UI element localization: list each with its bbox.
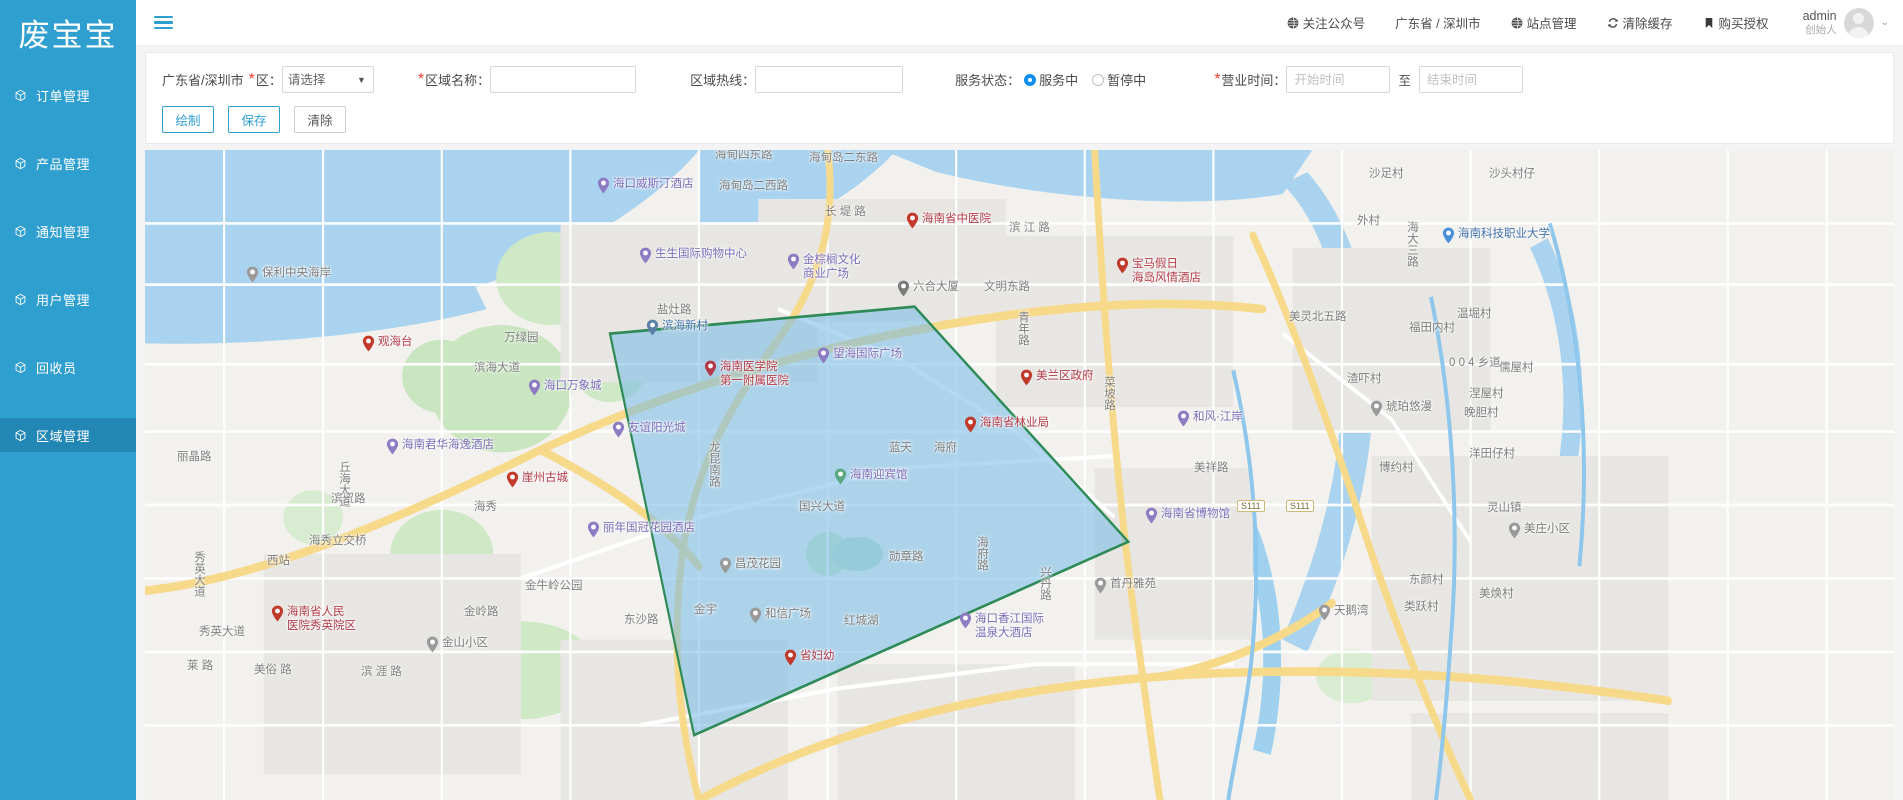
sidebar-item-label: 回收员	[36, 360, 77, 376]
topbar-right: 关注公众号 广东省 / 深圳市 站点管理 清除缓存 购买授权 admin 创始人…	[1257, 7, 1903, 38]
user-name: admin	[1802, 9, 1837, 24]
sidebar-item-2[interactable]: 通知管理	[0, 214, 136, 248]
user-meta: admin 创始人	[1803, 9, 1837, 35]
service-status-radio-1[interactable]: 暂停中	[1092, 70, 1146, 89]
map-canvas[interactable]: 海口威斯汀酒店 生生国际购物中心 保利中央海岸 观海台 海口万象城 海南君华海逸酒店 崖州古…	[145, 150, 1894, 800]
region-prefix-label: 广东省/深圳市	[162, 73, 244, 88]
service-status-radio-label: 暂停中	[1107, 73, 1147, 88]
hotline-label: 区域热线：	[690, 73, 756, 88]
form-row-primary: 广东省/深圳市 * 区： 请选择 ▼ * 区域名称： 区域热线： 服务状态： 服…	[162, 66, 1877, 93]
refresh-icon	[1607, 17, 1619, 29]
app-root: 废宝宝 订单管理产品管理通知管理用户管理回收员区域管理 关注公众号 广东省 / …	[0, 0, 1903, 800]
sidebar-item-label: 订单管理	[36, 88, 91, 104]
field-business-hours: * 营业时间： 至	[1214, 66, 1523, 93]
district-select[interactable]: 请选择	[281, 66, 374, 93]
globe-icon	[1287, 17, 1299, 29]
start-time-input[interactable]	[1286, 66, 1391, 93]
sidebar-item-4[interactable]: 回收员	[0, 350, 136, 384]
map-highway-badge-0: S111	[1237, 500, 1265, 512]
field-district: 广东省/深圳市 * 区： 请选择 ▼	[162, 66, 374, 93]
main-area: 关注公众号 广东省 / 深圳市 站点管理 清除缓存 购买授权 admin 创始人…	[136, 0, 1903, 800]
topbar-location-label: 广东省 / 深圳市	[1395, 17, 1481, 31]
hotline-input[interactable]	[755, 66, 904, 93]
field-hotline: 区域热线：	[690, 66, 904, 93]
cube-icon	[14, 157, 36, 170]
topbar-link-clear-cache[interactable]: 清除缓存	[1607, 13, 1673, 32]
menu-toggle-button[interactable]	[136, 13, 190, 33]
hours-required-mark: *	[1214, 70, 1221, 88]
hours-label: 营业时间：	[1221, 73, 1287, 88]
sidebar: 废宝宝 订单管理产品管理通知管理用户管理回收员区域管理	[0, 0, 136, 800]
topbar: 关注公众号 广东省 / 深圳市 站点管理 清除缓存 购买授权 admin 创始人…	[136, 0, 1903, 46]
topbar-link-label: 关注公众号	[1302, 17, 1366, 31]
avatar	[1843, 7, 1874, 38]
cube-icon	[14, 225, 36, 238]
user-menu[interactable]: admin 创始人 ⌄	[1803, 7, 1889, 38]
topbar-link-label: 站点管理	[1526, 17, 1577, 31]
sidebar-item-label: 产品管理	[36, 156, 91, 172]
sidebar-item-label: 用户管理	[36, 292, 91, 308]
map-base-layer	[145, 150, 1894, 800]
service-status-label: 服务状态：	[955, 73, 1021, 88]
district-select-wrap: 请选择 ▼	[281, 66, 374, 93]
brand-logo: 废宝宝	[18, 17, 118, 53]
topbar-link-label: 购买授权	[1718, 17, 1769, 31]
topbar-link-label: 清除缓存	[1622, 17, 1673, 31]
sidebar-item-label: 通知管理	[36, 224, 91, 240]
sidebar-item-5[interactable]: 区域管理	[0, 418, 136, 452]
service-status-radio-0[interactable]: 服务中	[1024, 70, 1078, 89]
sidebar-item-1[interactable]: 产品管理	[0, 146, 136, 180]
field-area-name: * 区域名称：	[417, 66, 637, 93]
radio-dot	[1092, 73, 1105, 86]
globe-icon	[1511, 17, 1523, 29]
chevron-down-icon: ⌄	[1880, 17, 1889, 28]
district-required-mark: *	[248, 70, 255, 88]
region-form-panel: 广东省/深圳市 * 区： 请选择 ▼ * 区域名称： 区域热线： 服务状态： 服…	[145, 52, 1894, 144]
topbar-location[interactable]: 广东省 / 深圳市	[1395, 13, 1480, 32]
area-name-required-mark: *	[417, 70, 425, 88]
field-service-status: 服务状态： 服务中 暂停中	[955, 70, 1160, 89]
topbar-link-follow[interactable]: 关注公众号	[1287, 13, 1366, 32]
end-time-input[interactable]	[1418, 66, 1523, 93]
form-button-row: 绘制 保存 清除	[162, 106, 1877, 133]
sidebar-item-0[interactable]: 订单管理	[0, 78, 136, 112]
topbar-link-site-manage[interactable]: 站点管理	[1511, 13, 1577, 32]
cube-icon	[14, 361, 36, 374]
cube-icon	[14, 293, 36, 306]
form-button-0[interactable]: 绘制	[162, 106, 214, 133]
sidebar-nav: 订单管理产品管理通知管理用户管理回收员区域管理	[0, 78, 136, 452]
area-name-input[interactable]	[490, 66, 637, 93]
service-status-radio-group: 服务中 暂停中	[1024, 70, 1160, 89]
topbar-link-buy-license[interactable]: 购买授权	[1703, 13, 1769, 32]
form-button-1[interactable]: 保存	[228, 106, 280, 133]
bookmark-icon	[1703, 17, 1715, 29]
sidebar-item-label: 区域管理	[36, 428, 91, 444]
user-role: 创始人	[1805, 23, 1837, 36]
map-highway-badge-1: S111	[1286, 500, 1314, 512]
cube-icon	[14, 429, 36, 442]
cube-icon	[14, 89, 36, 102]
sidebar-item-3[interactable]: 用户管理	[0, 282, 136, 316]
service-status-radio-label: 服务中	[1039, 73, 1079, 88]
district-label: 区：	[255, 73, 282, 88]
time-separator: 至	[1398, 74, 1411, 88]
hamburger-icon	[153, 13, 173, 33]
content: 广东省/深圳市 * 区： 请选择 ▼ * 区域名称： 区域热线： 服务状态： 服…	[136, 46, 1903, 800]
area-name-label: 区域名称：	[425, 73, 491, 88]
radio-dot	[1024, 73, 1037, 86]
form-button-2[interactable]: 清除	[294, 106, 346, 133]
